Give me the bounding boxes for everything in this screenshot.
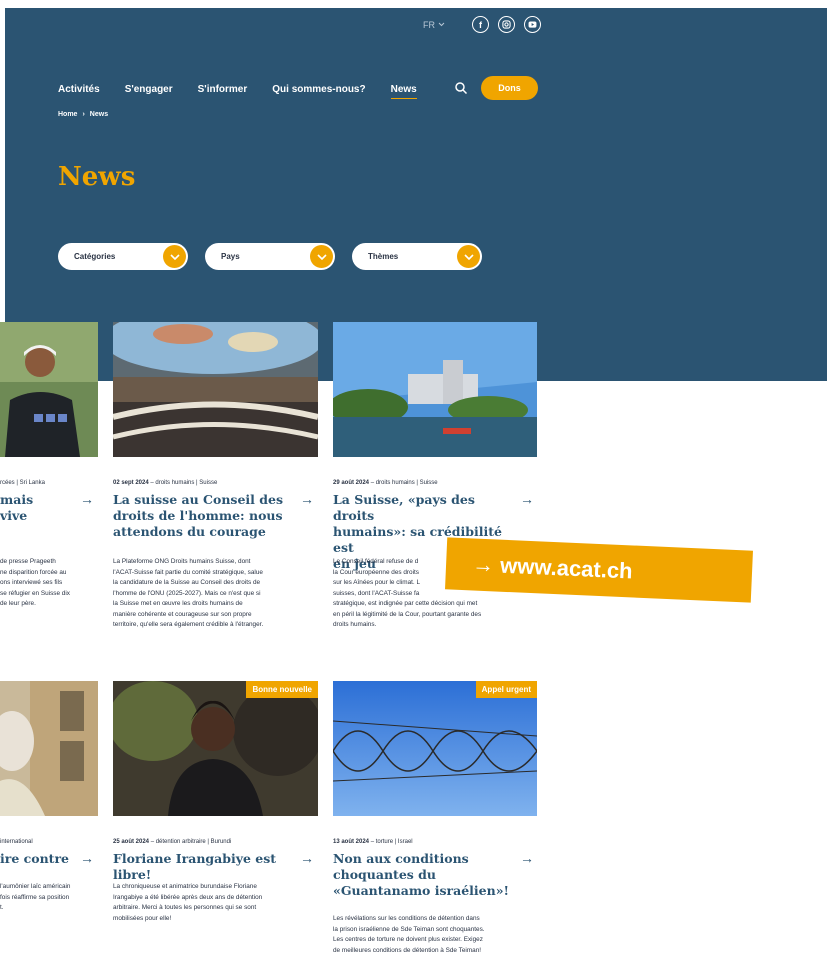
nav-qui-sommes-nous[interactable]: Qui sommes-nous? xyxy=(272,84,365,99)
news-card-meta: rcées | Sri Lanka xyxy=(0,480,45,486)
news-card-title[interactable]: ire contre xyxy=(0,851,90,867)
nav-news[interactable]: News xyxy=(390,84,417,99)
chevron-down-icon xyxy=(163,245,186,268)
arrow-right-icon[interactable]: → xyxy=(80,850,94,866)
news-card-meta: 29 août 2024 – droits humains | Suisse xyxy=(333,480,438,486)
news-card-meta: 02 sept 2024 – droits humains | Suisse xyxy=(113,480,218,486)
breadcrumb-current: News xyxy=(89,111,109,118)
filter-pays[interactable]: Pays xyxy=(205,243,335,270)
filter-themes[interactable]: Thèmes xyxy=(352,243,482,270)
arrow-right-icon[interactable]: → xyxy=(80,491,94,507)
chevron-down-icon xyxy=(310,245,333,268)
nav-activites[interactable]: Activités xyxy=(58,84,100,99)
chevron-down-icon xyxy=(457,245,480,268)
arrow-right-icon[interactable]: → xyxy=(300,491,314,507)
news-card-image[interactable] xyxy=(0,322,98,457)
news-card-title[interactable]: Non aux conditions choquantes du «Guanta… xyxy=(333,851,518,899)
news-card-meta: 25 août 2024 – détention arbitraire | Bu… xyxy=(113,839,232,845)
donate-button[interactable]: Dons xyxy=(481,76,538,100)
news-card-excerpt: La Plateforme ONG Droits humains Suisse,… xyxy=(113,558,264,628)
breadcrumb: Home › News xyxy=(58,111,108,118)
page-title: News xyxy=(58,162,136,192)
news-card-image[interactable]: Bonne nouvelle xyxy=(113,681,318,816)
filter-label: Catégories xyxy=(74,252,116,261)
news-card-image[interactable] xyxy=(333,322,537,457)
youtube-icon[interactable] xyxy=(524,16,541,33)
news-card-title[interactable]: Floriane Irangabiye est libre! xyxy=(113,851,313,883)
news-card-excerpt: de presse Prageeth ne disparition forcée… xyxy=(0,558,70,607)
news-card-excerpt: Les révélations sur les conditions de dé… xyxy=(333,915,485,954)
language-label: FR xyxy=(423,19,435,30)
news-card-image[interactable] xyxy=(0,681,98,816)
news-card-excerpt: l'aumônier laïc américain fois réaffirme… xyxy=(0,883,71,911)
facebook-icon[interactable]: f xyxy=(472,16,489,33)
chevron-down-icon xyxy=(438,22,445,27)
breadcrumb-home[interactable]: Home xyxy=(58,111,77,118)
news-card-badge: Bonne nouvelle xyxy=(246,681,318,698)
arrow-right-icon[interactable]: → xyxy=(520,850,534,866)
nav-sinformer[interactable]: S'informer xyxy=(198,84,248,99)
news-card-image[interactable] xyxy=(113,322,318,457)
news-card-image[interactable]: Appel urgent xyxy=(333,681,537,816)
arrow-right-icon[interactable]: → xyxy=(520,491,534,507)
news-card-title[interactable]: mais vive xyxy=(0,492,90,524)
news-card-meta: international xyxy=(0,839,33,845)
filter-categories[interactable]: Catégories xyxy=(58,243,188,270)
language-selector[interactable]: FR xyxy=(423,20,445,30)
arrow-right-icon[interactable]: → xyxy=(300,850,314,866)
instagram-icon[interactable] xyxy=(498,16,515,33)
news-card-excerpt: La chroniqueuse et animatrice burundaise… xyxy=(113,883,263,922)
top-bar: FR f xyxy=(423,16,541,33)
news-card-meta: 13 août 2024 – torture | Israel xyxy=(333,839,413,845)
breadcrumb-separator: › xyxy=(82,111,85,118)
search-icon[interactable] xyxy=(454,81,468,95)
nav-sengager[interactable]: S'engager xyxy=(125,84,173,99)
filter-label: Pays xyxy=(221,252,240,261)
main-nav: Activités S'engager S'informer Qui somme… xyxy=(58,84,417,99)
filter-label: Thèmes xyxy=(368,252,399,261)
news-card-badge: Appel urgent xyxy=(475,681,537,698)
news-card-title[interactable]: La suisse au Conseil des droits de l'hom… xyxy=(113,492,293,540)
